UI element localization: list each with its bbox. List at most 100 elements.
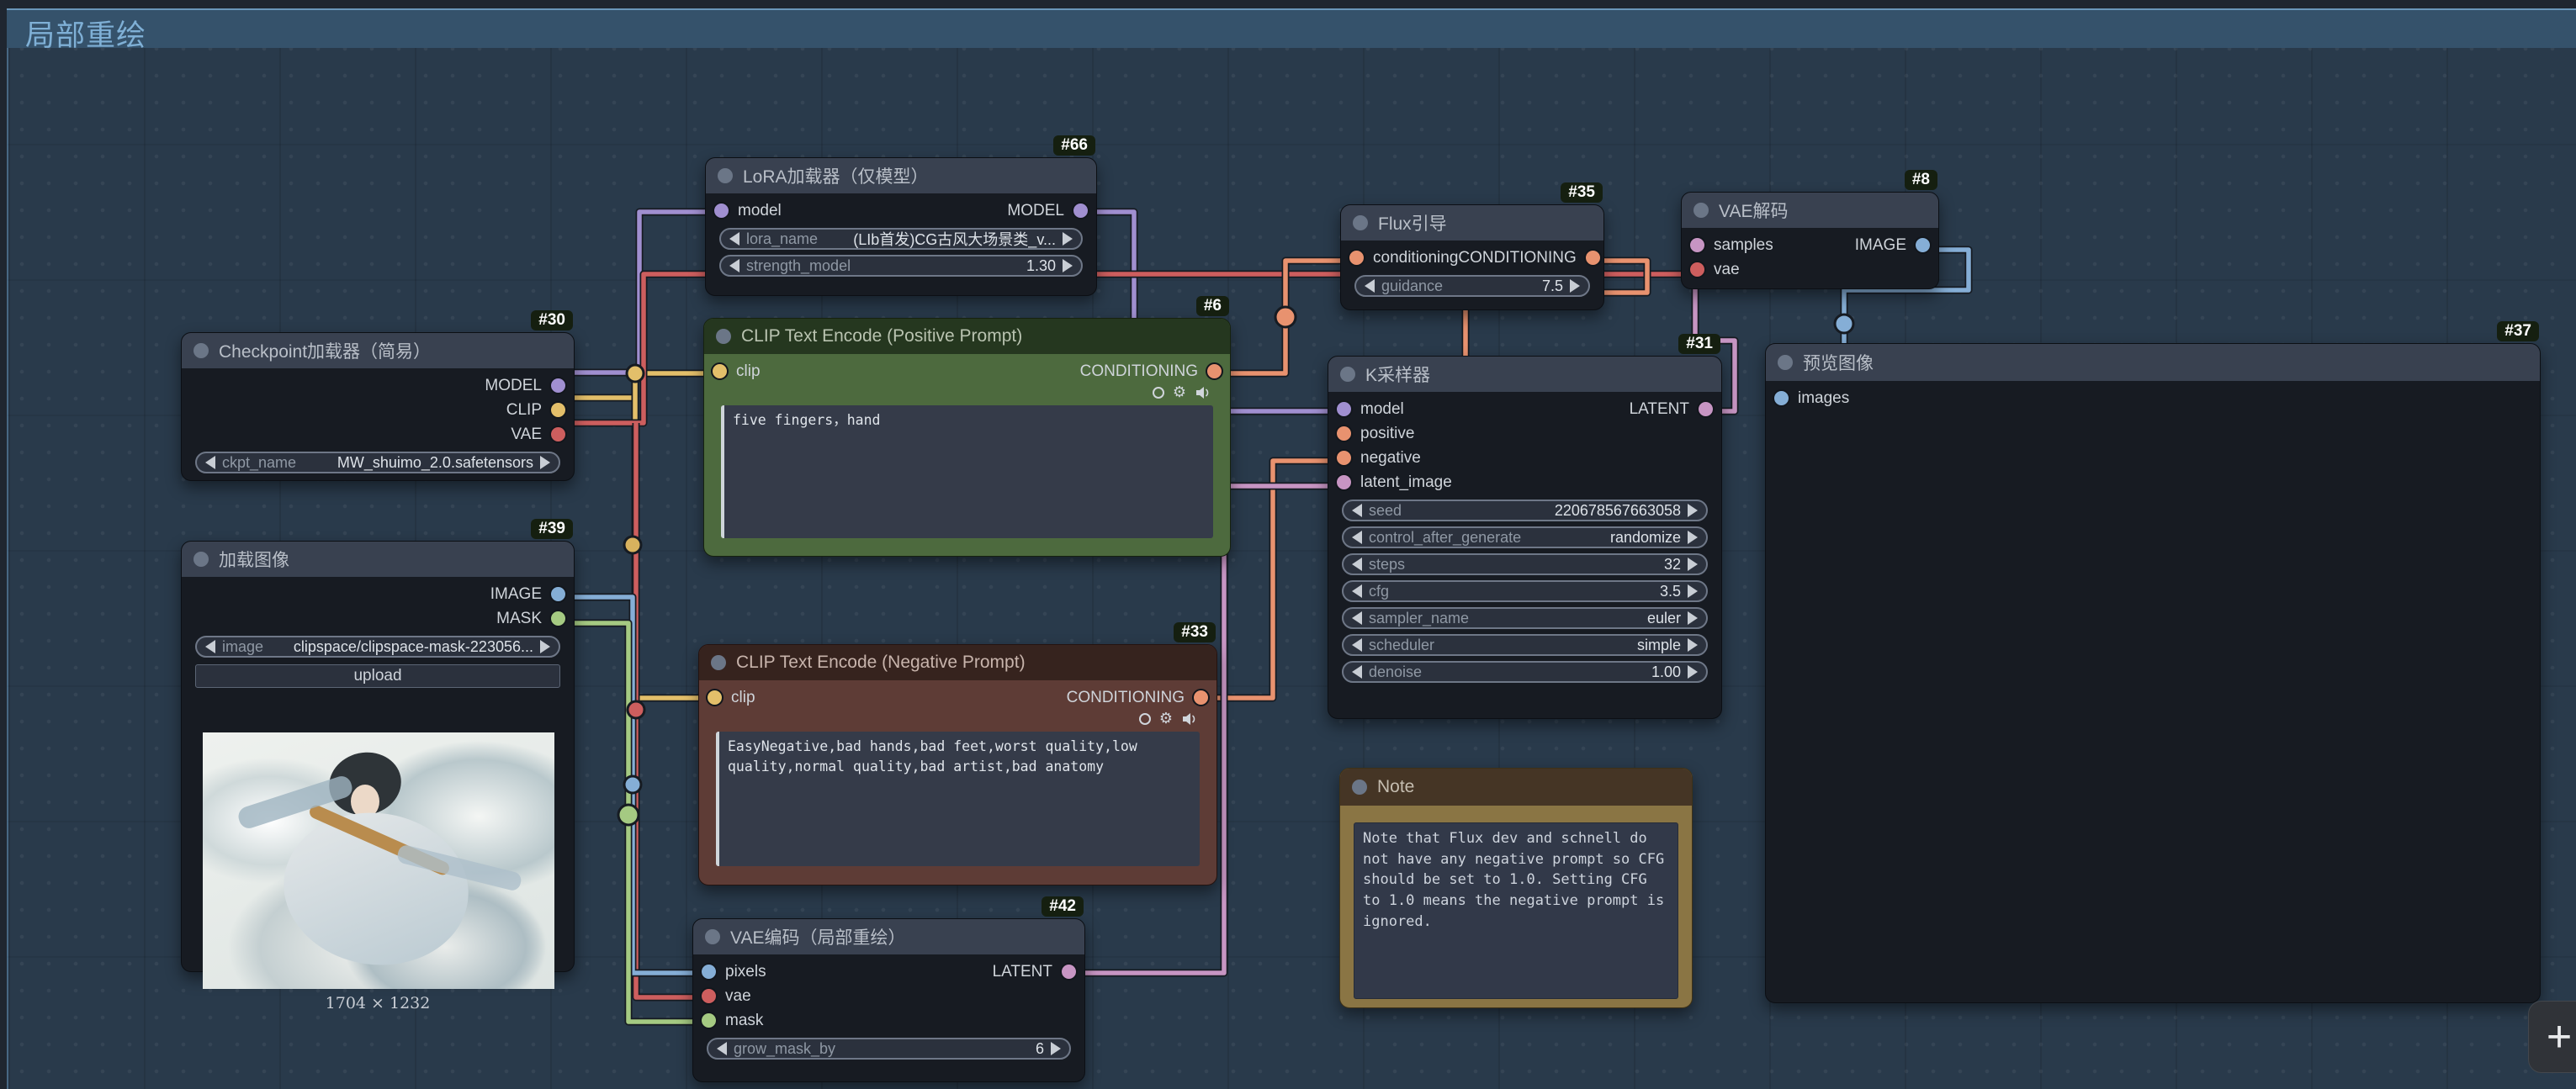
output-port-vae[interactable]: VAE	[511, 426, 562, 444]
decrement-arrow-icon[interactable]	[1365, 279, 1375, 293]
decrement-arrow-icon[interactable]	[1352, 531, 1362, 544]
input-port-samples[interactable]: samples	[1693, 236, 1773, 255]
mask-port-dot[interactable]	[549, 610, 567, 627]
node-header[interactable]: VAE解码	[1682, 193, 1938, 228]
image-port-dot[interactable]	[1773, 389, 1790, 407]
image-port-dot[interactable]	[1914, 236, 1932, 254]
output-port-mask[interactable]: MASK	[496, 610, 562, 628]
decrement-arrow-icon[interactable]	[1352, 584, 1362, 598]
upload-button[interactable]: upload	[195, 664, 560, 688]
clip-port-dot[interactable]	[549, 401, 567, 419]
node-header[interactable]: 预览图像	[1766, 344, 2540, 381]
node-header[interactable]: LoRA加载器（仅模型）	[706, 158, 1096, 193]
node-vae-decode[interactable]: #8 VAE解码 samples IMAGE vae	[1681, 192, 1939, 289]
node-flux-guidance[interactable]: #35 Flux引导 conditioning CONDITIONING gui…	[1340, 204, 1604, 310]
increment-arrow-icon[interactable]	[1688, 558, 1698, 571]
gear-icon[interactable]: ⚙	[1159, 711, 1173, 727]
widget-grow-mask-by[interactable]: grow_mask_by 6	[707, 1038, 1071, 1060]
decrement-arrow-icon[interactable]	[1352, 504, 1362, 517]
node-checkpoint-loader[interactable]: #30 Checkpoint加载器（简易） MODEL CLIP VAE ckp…	[181, 332, 575, 481]
widget-denoise[interactable]: denoise 1.00	[1342, 661, 1708, 683]
node-lora-loader[interactable]: #66 LoRA加载器（仅模型） model MODEL lora_name (…	[705, 157, 1097, 296]
node-header[interactable]: K采样器	[1328, 357, 1721, 392]
decrement-arrow-icon[interactable]	[205, 640, 215, 653]
output-port-clip[interactable]: CLIP	[506, 401, 562, 420]
dot-toggle-icon[interactable]	[1139, 713, 1151, 725]
collapse-dot-icon[interactable]	[193, 343, 209, 358]
decrement-arrow-icon[interactable]	[1352, 665, 1362, 679]
node-note[interactable]: Note Note that Flux dev and schnell do n…	[1339, 768, 1693, 1008]
vae-port-dot[interactable]	[549, 426, 567, 443]
collapse-dot-icon[interactable]	[1778, 355, 1793, 370]
increment-arrow-icon[interactable]	[1688, 665, 1698, 679]
vae-port-dot[interactable]	[700, 987, 718, 1005]
output-port-conditioning[interactable]: CONDITIONING	[1080, 362, 1218, 381]
output-port-image[interactable]: IMAGE	[490, 585, 562, 604]
input-port-clip[interactable]: clip	[716, 362, 761, 381]
collapse-dot-icon[interactable]	[718, 168, 733, 183]
reroute-dot[interactable]	[1275, 307, 1296, 327]
output-port-conditioning[interactable]: CONDITIONING	[1067, 689, 1205, 707]
input-port-conditioning[interactable]: conditioning	[1353, 249, 1458, 267]
clip-port-dot[interactable]	[706, 689, 724, 706]
image-port-dot[interactable]	[700, 963, 718, 981]
decrement-arrow-icon[interactable]	[717, 1042, 727, 1055]
input-port-vae[interactable]: vae	[705, 987, 751, 1006]
increment-arrow-icon[interactable]	[1688, 638, 1698, 652]
latent-port-dot[interactable]	[1697, 400, 1715, 418]
node-vae-encode-inpaint[interactable]: #42 VAE编码（局部重绘） pixels LATENT vae mask g…	[692, 918, 1085, 1082]
output-port-conditioning[interactable]: CONDITIONING	[1458, 249, 1596, 267]
conditioning-port-dot[interactable]	[1584, 249, 1602, 267]
increment-arrow-icon[interactable]	[540, 640, 550, 653]
node-header[interactable]: Note	[1340, 769, 1692, 806]
output-port-image[interactable]: IMAGE	[1855, 236, 1927, 255]
increment-arrow-icon[interactable]	[1688, 611, 1698, 625]
decrement-arrow-icon[interactable]	[729, 232, 739, 246]
increment-arrow-icon[interactable]	[1688, 584, 1698, 598]
widget-lora-name[interactable]: lora_name (LIb首发)CG古风大场景类_v...	[719, 228, 1083, 250]
reroute-dot[interactable]	[624, 776, 641, 793]
conditioning-port-dot[interactable]	[1192, 689, 1210, 706]
widget-steps[interactable]: steps 32	[1342, 553, 1708, 575]
input-port-positive[interactable]: positive	[1340, 425, 1414, 443]
positive-prompt-textarea[interactable]: five fingers，hand	[721, 405, 1213, 538]
dot-toggle-icon[interactable]	[1153, 387, 1164, 399]
increment-arrow-icon[interactable]	[1063, 259, 1073, 272]
widget-sampler-name[interactable]: sampler_name euler	[1342, 607, 1708, 629]
widget-ckpt-name[interactable]: ckpt_name MW_shuimo_2.0.safetensors	[195, 452, 560, 473]
reroute-dot[interactable]	[628, 701, 644, 718]
reroute-dot[interactable]	[1835, 315, 1853, 333]
negative-prompt-textarea[interactable]: EasyNegative,bad hands,bad feet,worst qu…	[716, 732, 1200, 866]
widget-guidance[interactable]: guidance 7.5	[1354, 275, 1590, 297]
decrement-arrow-icon[interactable]	[1352, 611, 1362, 625]
latent-port-dot[interactable]	[1335, 473, 1353, 491]
input-port-images[interactable]: images	[1778, 389, 1849, 408]
group-header[interactable]: 局部重绘	[7, 8, 2576, 48]
model-port-dot[interactable]	[549, 377, 567, 394]
image-port-dot[interactable]	[549, 585, 567, 603]
model-port-dot[interactable]	[713, 202, 730, 219]
collapse-dot-icon[interactable]	[193, 552, 209, 567]
collapse-dot-icon[interactable]	[1352, 780, 1367, 795]
mask-port-dot[interactable]	[700, 1012, 718, 1029]
conditioning-port-dot[interactable]	[1206, 362, 1223, 380]
model-port-dot[interactable]	[1072, 202, 1089, 219]
input-port-latent-image[interactable]: latent_image	[1340, 473, 1452, 492]
image-preview[interactable]	[203, 732, 554, 989]
decrement-arrow-icon[interactable]	[1352, 558, 1362, 571]
output-port-model[interactable]: MODEL	[485, 377, 562, 395]
speaker-icon[interactable]	[1195, 385, 1210, 400]
model-port-dot[interactable]	[1335, 400, 1353, 418]
reroute-dot[interactable]	[627, 365, 644, 382]
node-ksampler[interactable]: #31 K采样器 model LATENT positive negative …	[1328, 356, 1722, 719]
increment-arrow-icon[interactable]	[1570, 279, 1580, 293]
increment-arrow-icon[interactable]	[1051, 1042, 1061, 1055]
speaker-icon[interactable]	[1181, 711, 1196, 727]
node-load-image[interactable]: #39 加载图像 IMAGE MASK image clipspace/clip…	[181, 541, 575, 972]
latent-port-dot[interactable]	[1688, 236, 1706, 254]
vae-port-dot[interactable]	[1688, 261, 1706, 278]
collapse-dot-icon[interactable]	[1353, 215, 1368, 230]
gear-icon[interactable]: ⚙	[1173, 385, 1186, 400]
conditioning-port-dot[interactable]	[1335, 425, 1353, 442]
node-header[interactable]: CLIP Text Encode (Negative Prompt)	[699, 645, 1216, 680]
